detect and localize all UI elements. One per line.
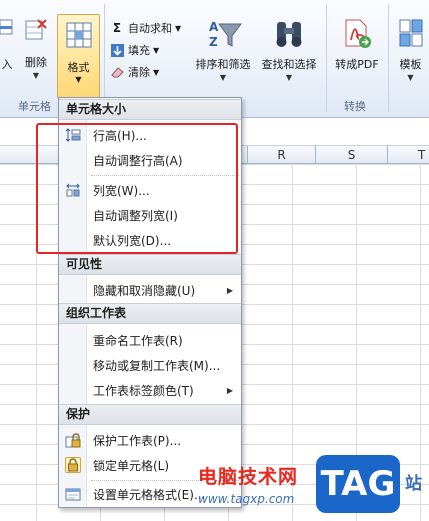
column-label: R (277, 148, 286, 162)
format-button[interactable]: 格式 ▼ (57, 14, 100, 98)
column-header-s[interactable]: S (316, 146, 388, 164)
watermark-url: www.tagxp.com (198, 492, 295, 506)
chevron-down-icon: ▼ (407, 73, 414, 82)
format-label: 格式 (67, 61, 90, 74)
clear-button[interactable]: 清除 ▼ (110, 64, 159, 80)
submenu-arrow-icon: ▶ (226, 385, 233, 395)
chevron-down-icon: ▼ (32, 71, 40, 80)
delete-cells-icon (25, 19, 47, 40)
watermark-tag-logo: TAG (316, 455, 400, 513)
chevron-down-icon: ▼ (75, 75, 82, 84)
section-header-organize: 组织工作表 (59, 303, 241, 324)
format-cells-icon (66, 22, 92, 48)
move-copy-sheet-item[interactable]: 移动或复制工作表(M)... (59, 353, 241, 377)
chevron-down-icon: ▼ (219, 73, 227, 82)
insert-button-partial[interactable]: 入 (0, 18, 14, 72)
clear-label: 清除 (128, 66, 150, 79)
format-cells-dialog-icon (65, 486, 81, 502)
watermark: 电脑技术网 www.tagxp.com TAG 站 (198, 455, 429, 521)
watermark-site-name: 电脑技术网 (198, 466, 299, 488)
rename-sheet-label: 重命名工作表(R) (93, 333, 183, 348)
chevron-down-icon: ▼ (175, 23, 182, 33)
sort-filter-icon: A Z (209, 20, 242, 49)
group-divider (326, 4, 327, 112)
fill-down-icon (110, 43, 124, 57)
section-header-cell-size: 单元格大小 (59, 99, 241, 120)
move-copy-sheet-label: 移动或复制工作表(M)... (93, 358, 221, 373)
sigma-icon: Σ (112, 21, 122, 35)
column-label: S (347, 148, 356, 162)
highlight-box (36, 123, 238, 254)
hide-unhide-label: 隐藏和取消隐藏(U) (93, 283, 196, 298)
hide-unhide-item[interactable]: 隐藏和取消隐藏(U) ▶ (59, 278, 241, 302)
group-divider (388, 4, 389, 112)
fill-label: 填充 (128, 44, 150, 57)
fill-button[interactable]: 填充 ▼ (110, 42, 159, 58)
delete-button[interactable]: 删除 ▼ (20, 18, 52, 80)
tab-color-label: 工作表标签颜色(T) (93, 383, 194, 398)
autosum-label: 自动求和 (128, 22, 172, 35)
template-icon (399, 19, 422, 47)
column-header-r[interactable]: R (248, 146, 316, 164)
section-header-protect: 保护 (59, 404, 241, 425)
protect-sheet-item[interactable]: 保护工作表(P)... (59, 428, 241, 452)
delete-label: 删除 (25, 56, 47, 69)
insert-icon (0, 19, 13, 35)
chevron-down-icon: ▼ (153, 67, 160, 77)
cells-group-label: 单元格 (18, 100, 51, 113)
svg-text:A: A (209, 20, 219, 34)
protect-sheet-label: 保护工作表(P)... (93, 433, 182, 448)
column-label: T (418, 148, 426, 162)
section-header-visibility: 可见性 (59, 254, 241, 275)
find-select-label: 查找和选择 (261, 58, 317, 71)
sort-filter-button[interactable]: A Z 排序和筛选 ▼ (190, 18, 256, 82)
eraser-icon (110, 65, 124, 79)
pdf-icon (345, 19, 371, 48)
sort-filter-label: 排序和筛选 (195, 58, 251, 71)
chevron-down-icon: ▼ (153, 45, 160, 55)
tab-color-item[interactable]: 工作表标签颜色(T) ▶ (59, 378, 241, 402)
binoculars-icon (276, 22, 302, 47)
convert-group-label: 转换 (344, 100, 366, 113)
template-button[interactable]: 模板 ▼ (392, 18, 429, 82)
autosum-button[interactable]: Σ 自动求和 ▼ (110, 20, 181, 36)
rename-sheet-item[interactable]: 重命名工作表(R) (59, 328, 241, 352)
lock-cell-label: 锁定单元格(L) (93, 458, 170, 473)
watermark-zhan: 站 (405, 474, 422, 494)
to-pdf-button[interactable]: 转成PDF (328, 18, 386, 72)
format-cells-label: 设置单元格格式(E)... (93, 487, 206, 502)
column-header-t[interactable]: T (388, 146, 429, 164)
to-pdf-label: 转成PDF (335, 58, 379, 71)
group-divider (104, 4, 105, 112)
protect-sheet-icon (65, 432, 81, 448)
submenu-arrow-icon: ▶ (226, 285, 233, 295)
lock-icon (65, 457, 81, 473)
chevron-down-icon: ▼ (285, 73, 293, 82)
template-label: 模板 (399, 58, 422, 71)
find-select-button[interactable]: 查找和选择 ▼ (256, 18, 322, 82)
svg-text:Z: Z (209, 35, 218, 49)
